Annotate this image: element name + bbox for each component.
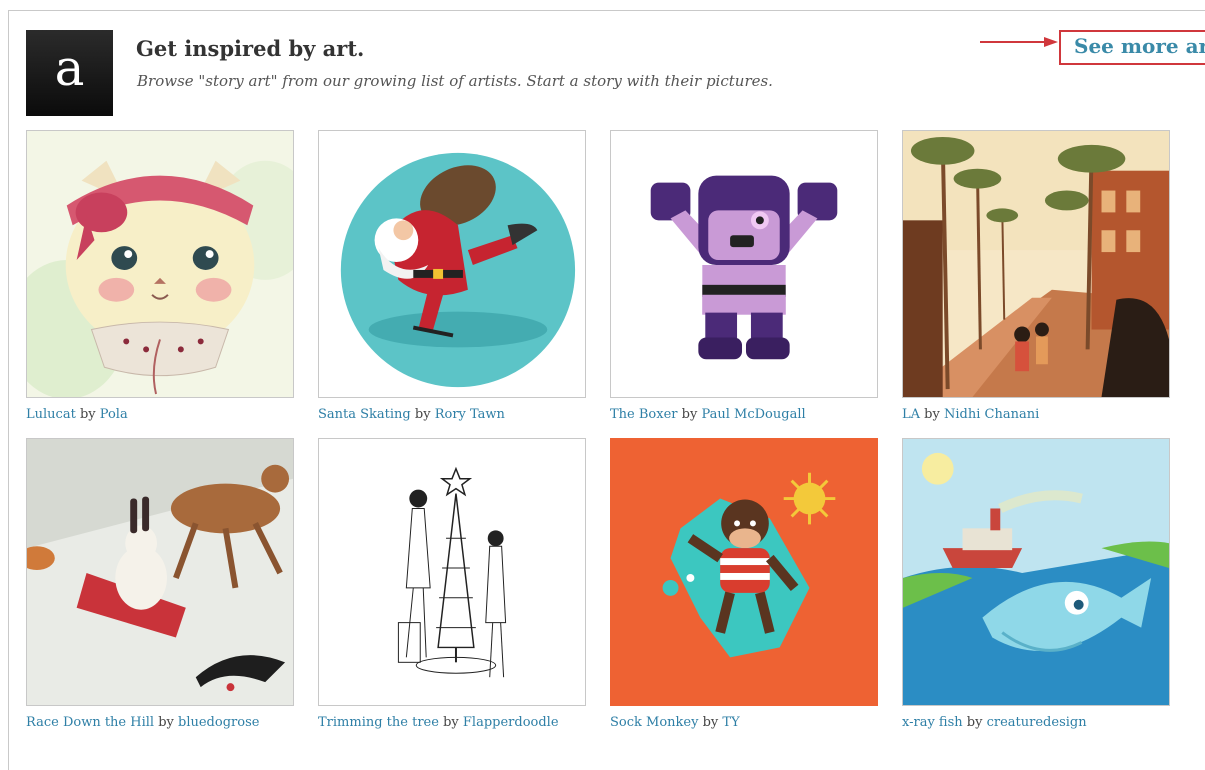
site-logo[interactable]: a	[26, 30, 113, 116]
by-label: by	[681, 407, 698, 422]
x-ray-fish-illustration	[903, 439, 1169, 705]
artist-link[interactable]: bluedogrose	[178, 715, 259, 730]
artwork-thumbnail-x-ray-fish[interactable]	[902, 438, 1170, 706]
artwork-caption: The Boxer by Paul McDougall	[610, 405, 890, 424]
artwork-title-link[interactable]: Lulucat	[26, 407, 76, 422]
artwork-caption: Race Down the Hill by bluedogrose	[26, 713, 306, 732]
artwork-thumbnail-race-down-the-hill[interactable]	[26, 438, 294, 706]
see-more-highlight-box: See more art	[1059, 30, 1205, 65]
race-down-the-hill-illustration	[27, 439, 293, 705]
sock-monkey-illustration	[611, 439, 877, 705]
artwork-thumbnail-sock-monkey[interactable]	[610, 438, 878, 706]
by-label: by	[966, 715, 983, 730]
artwork-thumbnail-the-boxer[interactable]	[610, 130, 878, 398]
artwork-title-link[interactable]: LA	[902, 407, 920, 422]
by-label: by	[79, 407, 96, 422]
artwork-title-link[interactable]: Race Down the Hill	[26, 715, 154, 730]
lulucat-illustration	[27, 131, 293, 397]
the-boxer-illustration	[611, 131, 877, 397]
artwork-title-link[interactable]: Trimming the tree	[318, 715, 439, 730]
artist-link[interactable]: Pola	[100, 407, 128, 422]
artwork-caption: Lulucat by Pola	[26, 405, 306, 424]
artwork-thumbnail-la[interactable]	[902, 130, 1170, 398]
by-label: by	[443, 715, 459, 730]
artwork-caption: Sock Monkey by TY	[610, 713, 890, 732]
artist-link[interactable]: Paul McDougall	[701, 407, 805, 422]
artwork-caption: x-ray fish by creaturedesign	[902, 713, 1182, 732]
santa-skating-illustration	[319, 131, 585, 397]
section-subtitle: Browse "story art" from our growing list…	[137, 72, 773, 90]
artwork-title-link[interactable]: The Boxer	[610, 407, 678, 422]
see-more-art-link[interactable]: See more art	[1061, 32, 1205, 58]
artwork-thumbnail-trimming-the-tree[interactable]	[318, 438, 586, 706]
trimming-the-tree-illustration	[319, 439, 585, 705]
artwork-title-link[interactable]: Sock Monkey	[610, 715, 698, 730]
artist-link[interactable]: creaturedesign	[987, 715, 1087, 730]
artwork-caption: LA by Nidhi Chanani	[902, 405, 1182, 424]
artist-link[interactable]: Flapperdoodle	[463, 715, 559, 730]
artwork-thumbnail-lulucat[interactable]	[26, 130, 294, 398]
artwork-thumbnail-santa-skating[interactable]	[318, 130, 586, 398]
red-arrow-annotation	[980, 37, 1058, 47]
section-title: Get inspired by art.	[136, 36, 365, 61]
artist-link[interactable]: Nidhi Chanani	[944, 407, 1039, 422]
by-label: by	[414, 407, 431, 422]
artwork-caption: Santa Skating by Rory Tawn	[318, 405, 598, 424]
artist-link[interactable]: Rory Tawn	[435, 407, 505, 422]
by-label: by	[158, 715, 174, 730]
artist-link[interactable]: TY	[722, 715, 739, 730]
artwork-title-link[interactable]: Santa Skating	[318, 407, 411, 422]
la-street-illustration	[903, 131, 1169, 397]
artwork-caption: Trimming the tree by Flapperdoodle	[318, 713, 598, 732]
by-label: by	[924, 407, 940, 422]
artwork-title-link[interactable]: x-ray fish	[902, 715, 963, 730]
by-label: by	[702, 715, 719, 730]
